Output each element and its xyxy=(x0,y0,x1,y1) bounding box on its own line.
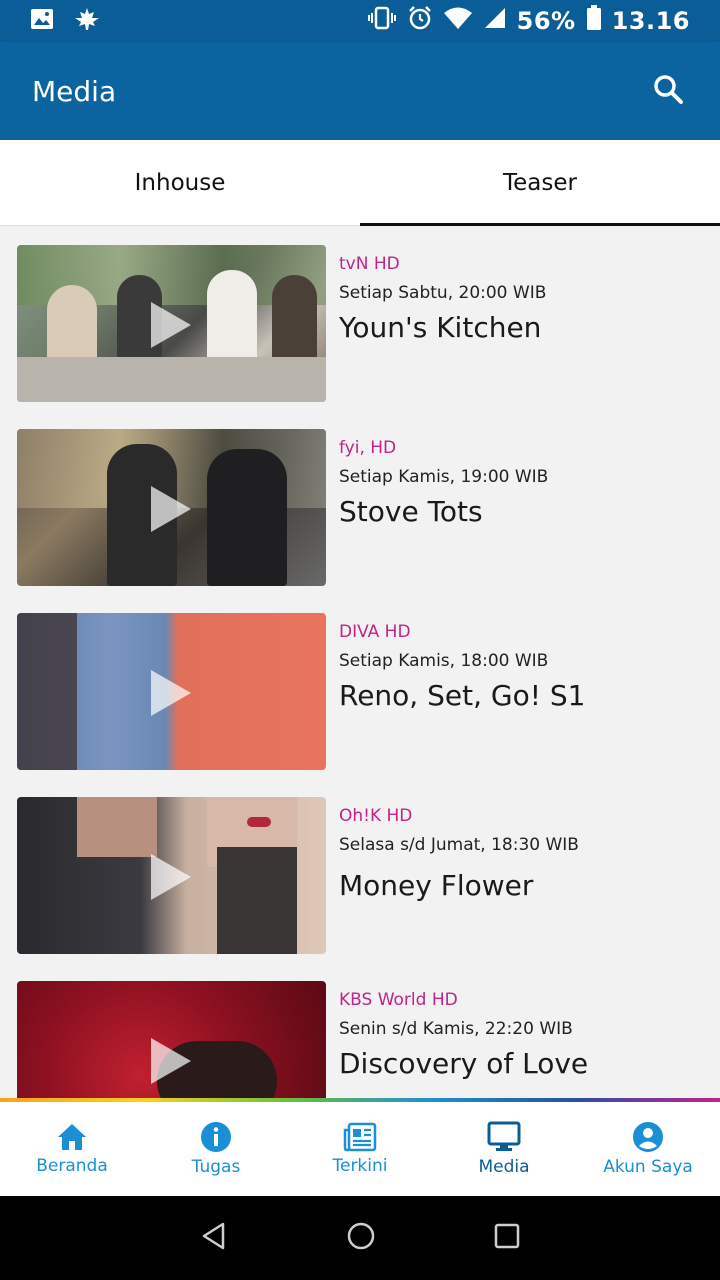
play-icon xyxy=(151,1038,191,1084)
video-thumbnail[interactable] xyxy=(17,797,326,954)
nav-label: Akun Saya xyxy=(603,1157,693,1177)
channel-name: Oh!K HD xyxy=(339,806,413,826)
show-title: Discovery of Love xyxy=(339,1047,589,1080)
home-button[interactable] xyxy=(346,1221,376,1255)
gallery-icon xyxy=(30,8,54,34)
nav-tugas[interactable]: Tugas xyxy=(144,1102,288,1196)
back-icon xyxy=(202,1222,224,1250)
show-title: Reno, Set, Go! S1 xyxy=(339,679,586,712)
search-button[interactable] xyxy=(648,71,688,111)
show-title: Stove Tots xyxy=(339,495,483,528)
broadcast-schedule: Setiap Kamis, 18:00 WIB xyxy=(339,651,549,671)
status-bar: 56% 13.16 xyxy=(0,0,720,42)
alarm-icon xyxy=(407,5,433,37)
media-item[interactable]: fyi, HD Setiap Kamis, 19:00 WIB Stove To… xyxy=(0,410,720,594)
nav-label: Terkini xyxy=(332,1156,388,1176)
video-thumbnail[interactable] xyxy=(17,245,326,402)
broadcast-schedule: Selasa s/d Jumat, 18:30 WIB xyxy=(339,835,579,855)
channel-name: DIVA HD xyxy=(339,622,411,642)
media-item[interactable]: DIVA HD Setiap Kamis, 18:00 WIB Reno, Se… xyxy=(0,594,720,778)
battery-percent: 56% xyxy=(516,7,576,35)
clock: 13.16 xyxy=(611,7,690,35)
account-icon xyxy=(633,1122,663,1152)
search-icon xyxy=(652,73,684,109)
signal-icon xyxy=(483,6,507,36)
video-thumbnail[interactable] xyxy=(17,613,326,770)
system-navigation-bar xyxy=(0,1196,720,1280)
app-bar: Media xyxy=(0,42,720,140)
channel-name: fyi, HD xyxy=(339,438,397,458)
broadcast-schedule: Senin s/d Kamis, 22:20 WIB xyxy=(339,1019,573,1039)
nav-media[interactable]: Media xyxy=(432,1102,576,1196)
info-icon xyxy=(201,1122,231,1152)
wifi-icon xyxy=(443,6,473,36)
nav-beranda[interactable]: Beranda xyxy=(0,1102,144,1196)
recents-button[interactable] xyxy=(493,1222,521,1254)
back-button[interactable] xyxy=(199,1221,229,1255)
bottom-navigation: Beranda Tugas Terkini Media Akun Saya xyxy=(0,1102,720,1196)
nav-akun-saya[interactable]: Akun Saya xyxy=(576,1102,720,1196)
nav-terkini[interactable]: Terkini xyxy=(288,1102,432,1196)
play-icon xyxy=(151,486,191,532)
video-thumbnail[interactable] xyxy=(17,981,326,1098)
tab-inhouse[interactable]: Inhouse xyxy=(0,140,360,225)
news-icon xyxy=(343,1122,377,1152)
home-icon xyxy=(58,1124,86,1150)
tab-bar: Inhouse Teaser xyxy=(0,140,720,226)
broadcast-schedule: Setiap Sabtu, 20:00 WIB xyxy=(339,283,547,303)
broadcast-schedule: Setiap Kamis, 19:00 WIB xyxy=(339,467,549,487)
circle-home-icon xyxy=(347,1222,375,1250)
tab-teaser[interactable]: Teaser xyxy=(360,140,720,226)
media-item[interactable]: tvN HD Setiap Sabtu, 20:00 WIB Youn's Ki… xyxy=(0,226,720,410)
video-thumbnail[interactable] xyxy=(17,429,326,586)
maple-leaf-icon xyxy=(74,7,100,35)
monitor-icon xyxy=(487,1121,521,1151)
nav-label: Tugas xyxy=(191,1157,241,1177)
play-icon xyxy=(151,670,191,716)
play-icon xyxy=(151,854,191,900)
nav-label: Beranda xyxy=(36,1156,108,1176)
show-title: Money Flower xyxy=(339,869,534,902)
battery-icon xyxy=(586,5,602,37)
vibrate-icon xyxy=(367,6,397,36)
channel-name: tvN HD xyxy=(339,254,400,274)
square-recents-icon xyxy=(495,1223,520,1249)
show-title: Youn's Kitchen xyxy=(339,311,542,344)
nav-label: Media xyxy=(478,1157,530,1177)
channel-name: KBS World HD xyxy=(339,990,458,1010)
play-icon xyxy=(151,302,191,348)
media-item[interactable]: KBS World HD Senin s/d Kamis, 22:20 WIB … xyxy=(0,962,720,1098)
media-list[interactable]: tvN HD Setiap Sabtu, 20:00 WIB Youn's Ki… xyxy=(0,226,720,1098)
page-title: Media xyxy=(32,74,117,108)
media-item[interactable]: Oh!K HD Selasa s/d Jumat, 18:30 WIB Mone… xyxy=(0,778,720,962)
